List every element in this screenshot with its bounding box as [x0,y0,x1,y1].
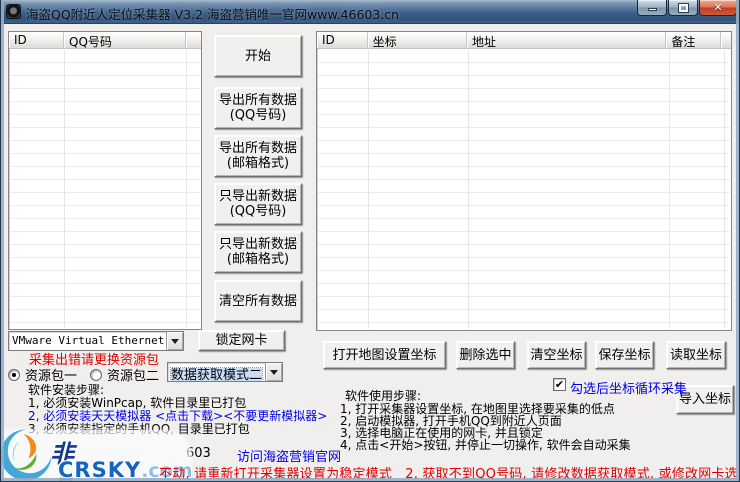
network-adapter-select[interactable]: VMware Virtual Ethernet A [8,331,184,351]
start-button-label: 开始 [244,48,271,64]
clear-all-data-button[interactable]: 清空所有数据 [214,280,302,322]
maximize-button[interactable] [668,0,698,16]
install-step-2-download-link[interactable]: 2, 必须安装天天模拟器 <点击下载><不要更新模拟器> [28,410,327,423]
column-header-remark[interactable]: 备注 [666,32,722,48]
column-header-id[interactable]: ID [317,32,368,48]
coordinates-table[interactable]: ID 坐标 地址 备注 [316,31,732,331]
export-new-mail-label: 只导出新数据 (邮箱格式) [218,237,297,267]
title-bar[interactable]: 海盗QQ附近人定位采集器 V3.2 海盗营销唯一官网www.46603.cn ✕ [0,0,740,24]
delete-selected-button[interactable]: 删除选中 [456,341,515,369]
qq-number-table[interactable]: ID QQ号码 [8,31,202,330]
column-header-id[interactable]: ID [9,32,64,48]
minimize-button[interactable] [637,0,667,16]
coord-table-header: ID 坐标 地址 备注 [317,32,731,49]
resource-pack-2-radio[interactable]: 资源包二 [90,365,159,384]
install-steps-title: 软件安装步骤: [28,383,105,397]
usage-step-4: 4, 点击<开始>按钮, 并停止一切操作, 软件会自动采集 [340,438,631,452]
maximize-icon [677,2,689,13]
resource-pack-1-radio[interactable]: 资源包一 [8,365,77,384]
column-header-coordinate[interactable]: 坐标 [368,32,467,48]
column-header-filler [721,32,731,48]
column-header-qq-number[interactable]: QQ号码 [64,32,186,48]
data-mode-value: 数据获取模式二 [169,367,264,381]
lock-network-card-button[interactable]: 锁定网卡 [198,330,285,351]
install-step-1: 1, 必须安装WinPcap, 软件目录里已打包 [28,396,247,410]
export-all-qq-button[interactable]: 导出所有数据 (QQ号码) [214,87,302,129]
grid-line [368,50,369,329]
app-window: 海盗QQ附近人定位采集器 V3.2 海盗营销唯一官网www.46603.cn ✕… [0,0,740,482]
close-icon: ✕ [713,1,723,14]
app-icon [6,4,21,19]
loop-collect-label: 勾选后坐标循环采集 [570,382,688,397]
save-coords-label: 保存坐标 [598,347,651,363]
save-coords-button[interactable]: 保存坐标 [595,341,654,369]
export-new-qq-label: 只导出新数据 (QQ号码) [218,189,297,219]
data-mode-select[interactable]: 数据获取模式二 [167,362,283,382]
column-header-filler [186,32,201,48]
qq-table-header: ID QQ号码 [9,32,201,49]
resource-pack-1-label: 资源包一 [25,369,78,384]
grid-line [186,50,187,328]
close-button[interactable]: ✕ [699,0,737,16]
clear-coords-label: 清空坐标 [530,347,583,363]
contact-number-fragment: 603 [186,446,211,461]
export-new-mail-button[interactable]: 只导出新数据 (邮箱格式) [214,231,302,273]
footer-warning-text: 不动, 请重新打开采集器设置为稳定模式 2, 获取不到QQ号码, 请修改数据获取… [159,467,740,482]
coord-table-body[interactable] [318,50,730,329]
read-coords-button[interactable]: 读取坐标 [666,341,726,369]
minimize-icon [647,8,657,11]
grid-line [724,50,725,329]
watermark-site-name: 非凡软件站 [50,440,75,482]
dropdown-arrow-icon[interactable] [166,332,183,350]
grid-line [64,50,65,328]
radio-unselected-icon [90,368,102,381]
clear-coords-button[interactable]: 清空坐标 [527,341,586,369]
start-button[interactable]: 开始 [214,35,302,77]
read-coords-label: 读取坐标 [669,347,722,363]
clear-all-data-label: 清空所有数据 [218,293,297,309]
export-new-qq-button[interactable]: 只导出新数据 (QQ号码) [214,183,302,225]
install-step-3: 3, 必须安装指定的手机QQ, 目录里已打包 [28,422,250,436]
usage-steps-title: 软件使用步骤: [345,389,422,403]
lock-network-card-label: 锁定网卡 [215,333,268,348]
resource-pack-2-label: 资源包二 [107,369,160,384]
network-adapter-value: VMware Virtual Ethernet A [12,334,166,347]
delete-selected-label: 删除选中 [459,347,512,363]
export-all-mail-button[interactable]: 导出所有数据 (邮箱格式) [214,135,302,177]
export-all-mail-label: 导出所有数据 (邮箱格式) [218,141,297,171]
grid-line [669,50,670,329]
column-header-address[interactable]: 地址 [467,32,667,48]
dropdown-arrow-icon[interactable] [265,363,282,381]
grid-line [468,50,469,329]
loop-collect-checkbox[interactable]: ✔ 勾选后坐标循环采集 [553,378,687,397]
window-title: 海盗QQ附近人定位采集器 V3.2 海盗营销唯一官网www.46603.cn [26,7,400,22]
radio-selected-icon [8,368,20,381]
export-all-qq-label: 导出所有数据 (QQ号码) [218,93,297,123]
open-map-label: 打开地图设置坐标 [332,347,437,363]
checkbox-checked-icon: ✔ [553,378,566,391]
qq-table-body[interactable] [10,50,200,328]
open-map-button[interactable]: 打开地图设置坐标 [323,341,446,369]
